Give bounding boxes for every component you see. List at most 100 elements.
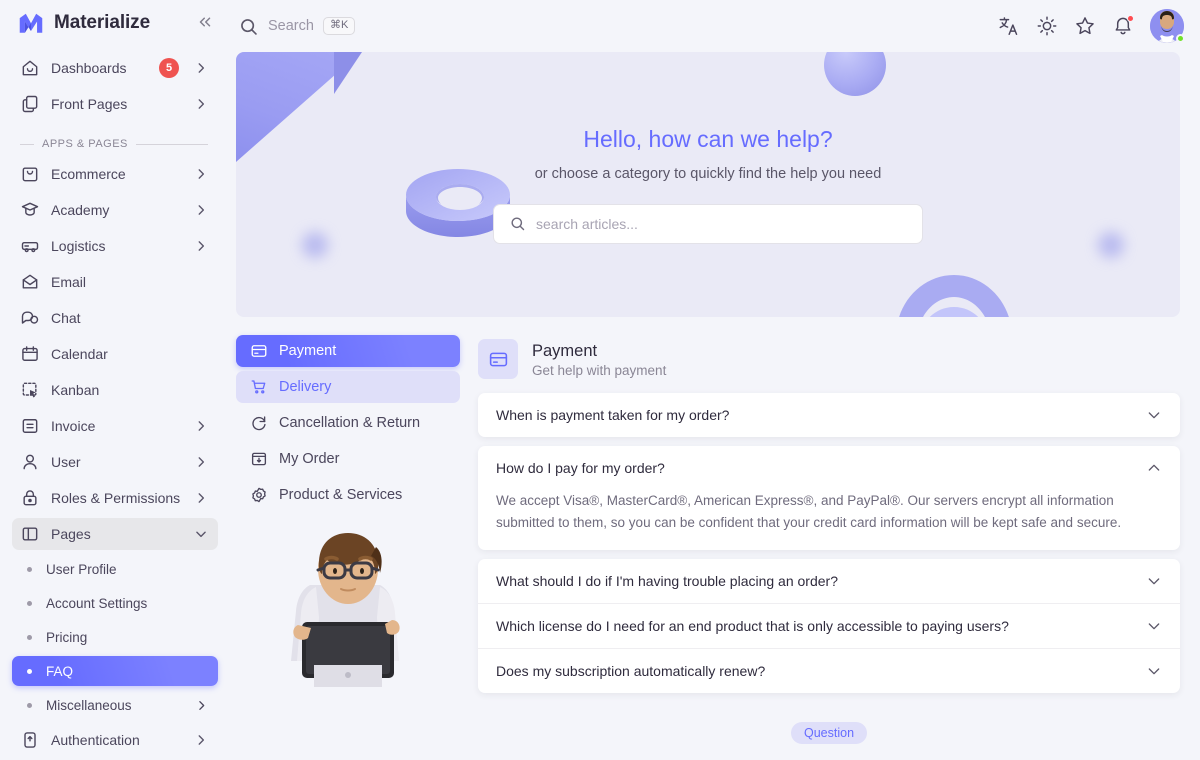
chevron-double-left-icon[interactable]	[194, 13, 216, 34]
sidebar-item-logistics[interactable]: Logistics	[12, 230, 218, 262]
sidebar-item-label: Logistics	[51, 238, 106, 254]
faq-category-payment[interactable]: Payment	[236, 335, 460, 367]
search-icon	[238, 16, 259, 37]
box-download-icon	[250, 450, 268, 468]
faq-question: Does my subscription automatically renew…	[496, 662, 766, 679]
chevron-right-icon	[194, 455, 208, 469]
avatar[interactable]	[1150, 9, 1185, 43]
sidebar-item-user[interactable]: User	[12, 446, 218, 478]
lock-icon	[20, 488, 40, 508]
faq-category-my-order[interactable]: My Order	[236, 443, 460, 475]
sidebar-item-label: Roles & Permissions	[51, 490, 181, 506]
sidebar-item-email[interactable]: Email	[12, 266, 218, 298]
sidebar-item-label: Kanban	[51, 382, 100, 398]
chevron-right-icon	[194, 61, 208, 75]
question-chip[interactable]: Question	[790, 721, 868, 744]
notification-dot	[1127, 15, 1134, 22]
main-content: Hello, how can we help? or choose a cate…	[230, 52, 1200, 760]
faq-accordion-toggle[interactable]: Does my subscription automatically renew…	[478, 649, 1180, 693]
faq-category-label: My Order	[279, 451, 340, 467]
sidebar-item-dashboards[interactable]: Dashboards 5	[12, 52, 218, 84]
global-search-trigger[interactable]: Search ⌘K	[238, 16, 988, 37]
faq-panel-title: Payment	[532, 342, 598, 361]
chevron-up-icon	[1146, 460, 1162, 476]
home-icon	[20, 58, 40, 78]
sidebar-item-label: Academy	[51, 202, 110, 218]
bullet-icon	[27, 600, 32, 606]
brand-name: Materialize	[54, 12, 151, 33]
sidebar-item-faq[interactable]: FAQ	[12, 656, 218, 686]
section-dash	[20, 143, 34, 145]
sidebar-item-academy[interactable]: Academy	[12, 194, 218, 226]
sidebar-item-user-profile[interactable]: User Profile	[12, 554, 218, 584]
bullet-icon	[27, 668, 32, 674]
sidebar-item-label: Ecommerce	[51, 166, 126, 182]
faq-category-label: Cancellation & Return	[279, 415, 421, 431]
calendar-icon	[20, 344, 40, 364]
decor-blur-dot-right	[1098, 232, 1124, 258]
sidebar-item-invoice[interactable]: Invoice	[12, 410, 218, 442]
brand-header: Materialize	[0, 0, 230, 46]
faq-category-product-services[interactable]: Product & Services	[236, 479, 460, 511]
sidebar-subitem-label: Account Settings	[46, 595, 148, 611]
page-title: Hello, how can we help?	[583, 125, 833, 152]
faq-question: When is payment taken for my order?	[496, 407, 730, 423]
faq-accordion-toggle[interactable]: What should I do if I'm having trouble p…	[478, 559, 1180, 603]
chevron-right-icon	[194, 203, 208, 217]
faq-accordion-toggle[interactable]: Which license do I need for an end produ…	[478, 604, 1180, 648]
materialize-logo	[18, 12, 44, 34]
translate-icon[interactable]	[998, 15, 1020, 37]
sidebar-item-calendar[interactable]: Calendar	[12, 338, 218, 370]
sidebar-item-authentication[interactable]: Authentication	[12, 724, 218, 756]
faq-accordion-toggle[interactable]: When is payment taken for my order?	[478, 393, 1180, 437]
faq-category-delivery[interactable]: Delivery	[236, 371, 460, 403]
chevron-down-icon	[1146, 407, 1162, 423]
sidebar-item-label: Chat	[51, 310, 81, 326]
person-with-tablet-illustration	[236, 525, 460, 690]
layers-icon	[20, 94, 40, 114]
faq-accordion-item: When is payment taken for my order?	[478, 393, 1180, 437]
sun-icon[interactable]	[1036, 15, 1058, 37]
sidebar-item-label: User	[51, 454, 81, 470]
sidebar-item-chat[interactable]: Chat	[12, 302, 218, 334]
sidebar-section-apps-pages: APPS & PAGES	[12, 124, 218, 158]
faq-category-list: Payment Delivery Cancellation & Return M…	[236, 335, 460, 744]
dashboards-badge: 5	[159, 58, 179, 78]
faq-accordion-toggle[interactable]: How do I pay for my order?	[478, 446, 1180, 490]
sidebar-subitem-label: FAQ	[46, 663, 74, 679]
bullet-icon	[27, 702, 32, 708]
faq-section: Payment Delivery Cancellation & Return M…	[236, 335, 1180, 744]
article-search-field[interactable]: search articles...	[493, 203, 923, 244]
sidebar-item-kanban[interactable]: Kanban	[12, 374, 218, 406]
cart-icon	[250, 378, 268, 396]
faq-panel-header: Payment Get help with payment	[478, 335, 1180, 379]
sidebar-nav: Dashboards 5 Front Pages APPS & PAGES Ec…	[0, 46, 230, 760]
bullet-icon	[27, 566, 32, 572]
decor-blur-dot-left	[302, 232, 328, 258]
credit-card-icon	[478, 339, 518, 379]
truck-icon	[20, 236, 40, 256]
sidebar-item-account-settings[interactable]: Account Settings	[12, 588, 218, 618]
sidebar-item-ecommerce[interactable]: Ecommerce	[12, 158, 218, 190]
sidebar-item-front-pages[interactable]: Front Pages	[12, 88, 218, 120]
sidebar-subitem-label: Pricing	[46, 629, 88, 645]
bell-icon[interactable]	[1112, 15, 1134, 37]
chevron-right-icon	[194, 97, 208, 111]
star-icon[interactable]	[1074, 15, 1096, 37]
faq-category-cancellation-return[interactable]: Cancellation & Return	[236, 407, 460, 439]
decor-triangle	[236, 52, 361, 162]
sidebar-item-label: Pages	[51, 526, 91, 542]
sidebar-item-label: Email	[51, 274, 87, 290]
sidebar-item-label: Calendar	[51, 346, 108, 362]
sidebar-item-miscellaneous[interactable]: Miscellaneous	[12, 690, 218, 720]
sidebar-item-pricing[interactable]: Pricing	[12, 622, 218, 652]
sidebar-item-pages[interactable]: Pages	[12, 518, 218, 550]
faq-question: Which license do I need for an end produ…	[496, 617, 1009, 634]
faq-category-label: Delivery	[279, 379, 332, 395]
gear-icon	[250, 486, 268, 504]
topbar: Search ⌘K	[230, 0, 1200, 52]
faq-panel: Payment Get help with payment When is pa…	[478, 335, 1180, 744]
chevron-down-icon	[1146, 663, 1162, 679]
sidebar-item-roles-permissions[interactable]: Roles & Permissions	[12, 482, 218, 514]
sidebar-item-label: Authentication	[51, 732, 140, 748]
